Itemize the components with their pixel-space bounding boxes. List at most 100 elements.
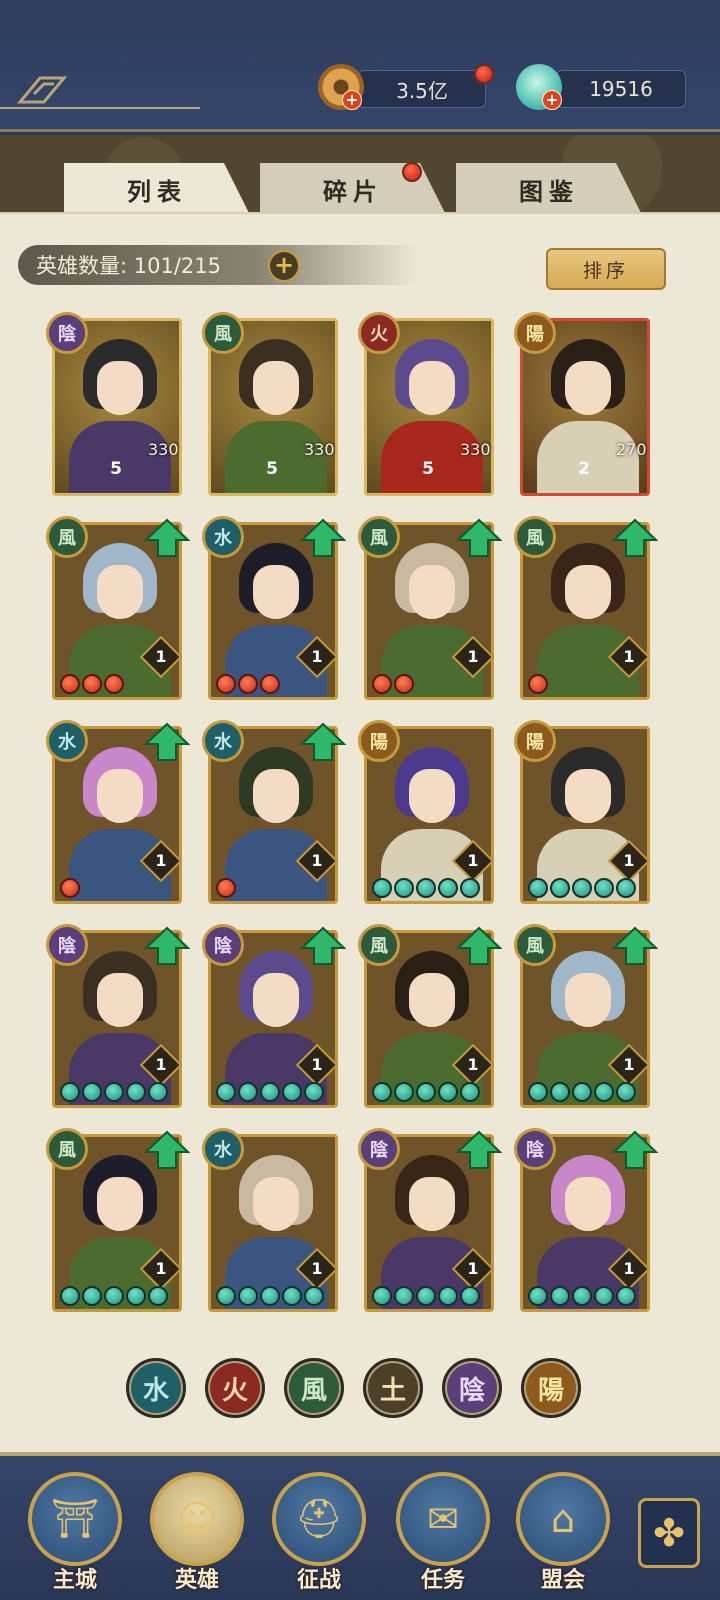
tab-codex[interactable]: 图鉴 [456,163,642,215]
green-orb-icon [372,1082,392,1102]
upgrade-arrow-icon [612,1130,658,1169]
hero-level: 1 [311,1259,323,1278]
pavilion-icon: ⌂ [550,1497,576,1541]
nav-tasks[interactable]: ✉ [396,1472,490,1566]
green-orb-icon [282,1082,302,1102]
red-orb-icon [394,674,414,694]
hero-face [565,769,611,823]
star-rank: 5 [96,454,136,484]
hero-power: 330 [148,440,179,459]
hero-level: 1 [311,647,323,666]
green-orb-icon [438,878,458,898]
sort-button[interactable]: 排序 [546,248,666,290]
green-orb-icon [60,1082,80,1102]
hero-face [409,973,455,1027]
green-orb-icon [528,878,548,898]
hero-face [97,361,143,415]
green-orb-icon [616,878,636,898]
hero-skill-dots [528,1286,636,1306]
hero-skill-dots [216,674,280,694]
element-badge: 水 [202,720,244,762]
green-orb-icon [572,1286,592,1306]
nav-campaign[interactable]: ⛑ [272,1472,366,1566]
upgrade-arrow-icon [300,518,346,557]
green-orb-icon [148,1286,168,1306]
add-jade-button[interactable]: + [542,90,562,110]
hero-level: 1 [311,851,323,870]
element-badge: 陰 [514,1128,556,1170]
copper-alert-dot [474,64,494,84]
green-orb-icon [594,1286,614,1306]
scroll-icon: ✉ [427,1497,459,1541]
upgrade-arrow-icon [144,722,190,761]
hero-level: 1 [623,1259,635,1278]
hero-face [565,1177,611,1231]
green-orb-icon [594,878,614,898]
green-orb-icon [82,1286,102,1306]
hero-level: 1 [155,1055,167,1074]
hero-face [97,1177,143,1231]
hero-face [253,565,299,619]
red-orb-icon [82,674,102,694]
hero-face [253,1177,299,1231]
filter-yin-button[interactable]: 陰 [442,1358,502,1418]
filter-fire-button[interactable]: 火 [205,1358,265,1418]
green-orb-icon [216,1082,236,1102]
green-orb-icon [416,878,436,898]
hero-face [409,769,455,823]
filter-water-button[interactable]: 水 [126,1358,186,1418]
hero-skill-dots [60,1082,168,1102]
upgrade-arrow-icon [300,926,346,965]
red-orb-icon [238,674,258,694]
star-rank: 5 [408,454,448,484]
tab-list[interactable]: 列表 [64,163,250,215]
expand-hero-slots-button[interactable]: + [268,250,300,282]
green-orb-icon [148,1082,168,1102]
menu-button[interactable]: ✤ [638,1498,700,1568]
green-orb-icon [282,1286,302,1306]
hero-skill-dots [60,1286,168,1306]
hero-level: 1 [467,851,479,870]
nav-heroes[interactable]: ☺ [150,1472,244,1566]
hero-level: 1 [623,851,635,870]
nav-main-city[interactable]: ⛩ [28,1472,122,1566]
element-badge: 風 [202,312,244,354]
hero-power: 330 [304,440,335,459]
element-badge: 陰 [202,924,244,966]
hero-skill-dots [216,1082,324,1102]
red-orb-icon [528,674,548,694]
filter-wind-button[interactable]: 風 [284,1358,344,1418]
hero-face [409,1177,455,1231]
fragments-alert-dot [402,162,422,182]
hero-skill-dots [216,1286,324,1306]
add-copper-button[interactable]: + [342,90,362,110]
green-orb-icon [616,1082,636,1102]
green-orb-icon [550,1082,570,1102]
element-badge: 火 [358,312,400,354]
red-orb-icon [216,674,236,694]
hero-level: 1 [467,1055,479,1074]
copper-amount: 3.5亿 [358,70,486,108]
hero-face [253,769,299,823]
battle-helmet-icon: ⛑ [294,1496,344,1541]
nav-alliance[interactable]: ⌂ [516,1472,610,1566]
hero-skill-dots [372,674,414,694]
filter-yang-button[interactable]: 陽 [521,1358,581,1418]
red-orb-icon [60,674,80,694]
upgrade-arrow-icon [300,722,346,761]
palace-icon: ⛩ [50,1496,100,1541]
red-orb-icon [260,674,280,694]
hero-count: 英雄数量: 101/215 [18,245,418,285]
logo-ornament-icon [0,76,200,109]
element-badge: 水 [46,720,88,762]
upgrade-arrow-icon [612,926,658,965]
green-orb-icon [394,1286,414,1306]
green-orb-icon [394,1082,414,1102]
green-orb-icon [260,1082,280,1102]
hero-face [565,973,611,1027]
green-orb-icon [438,1082,458,1102]
element-badge: 風 [358,924,400,966]
element-badge: 風 [46,1128,88,1170]
green-orb-icon [550,1286,570,1306]
filter-earth-button[interactable]: 土 [363,1358,423,1418]
